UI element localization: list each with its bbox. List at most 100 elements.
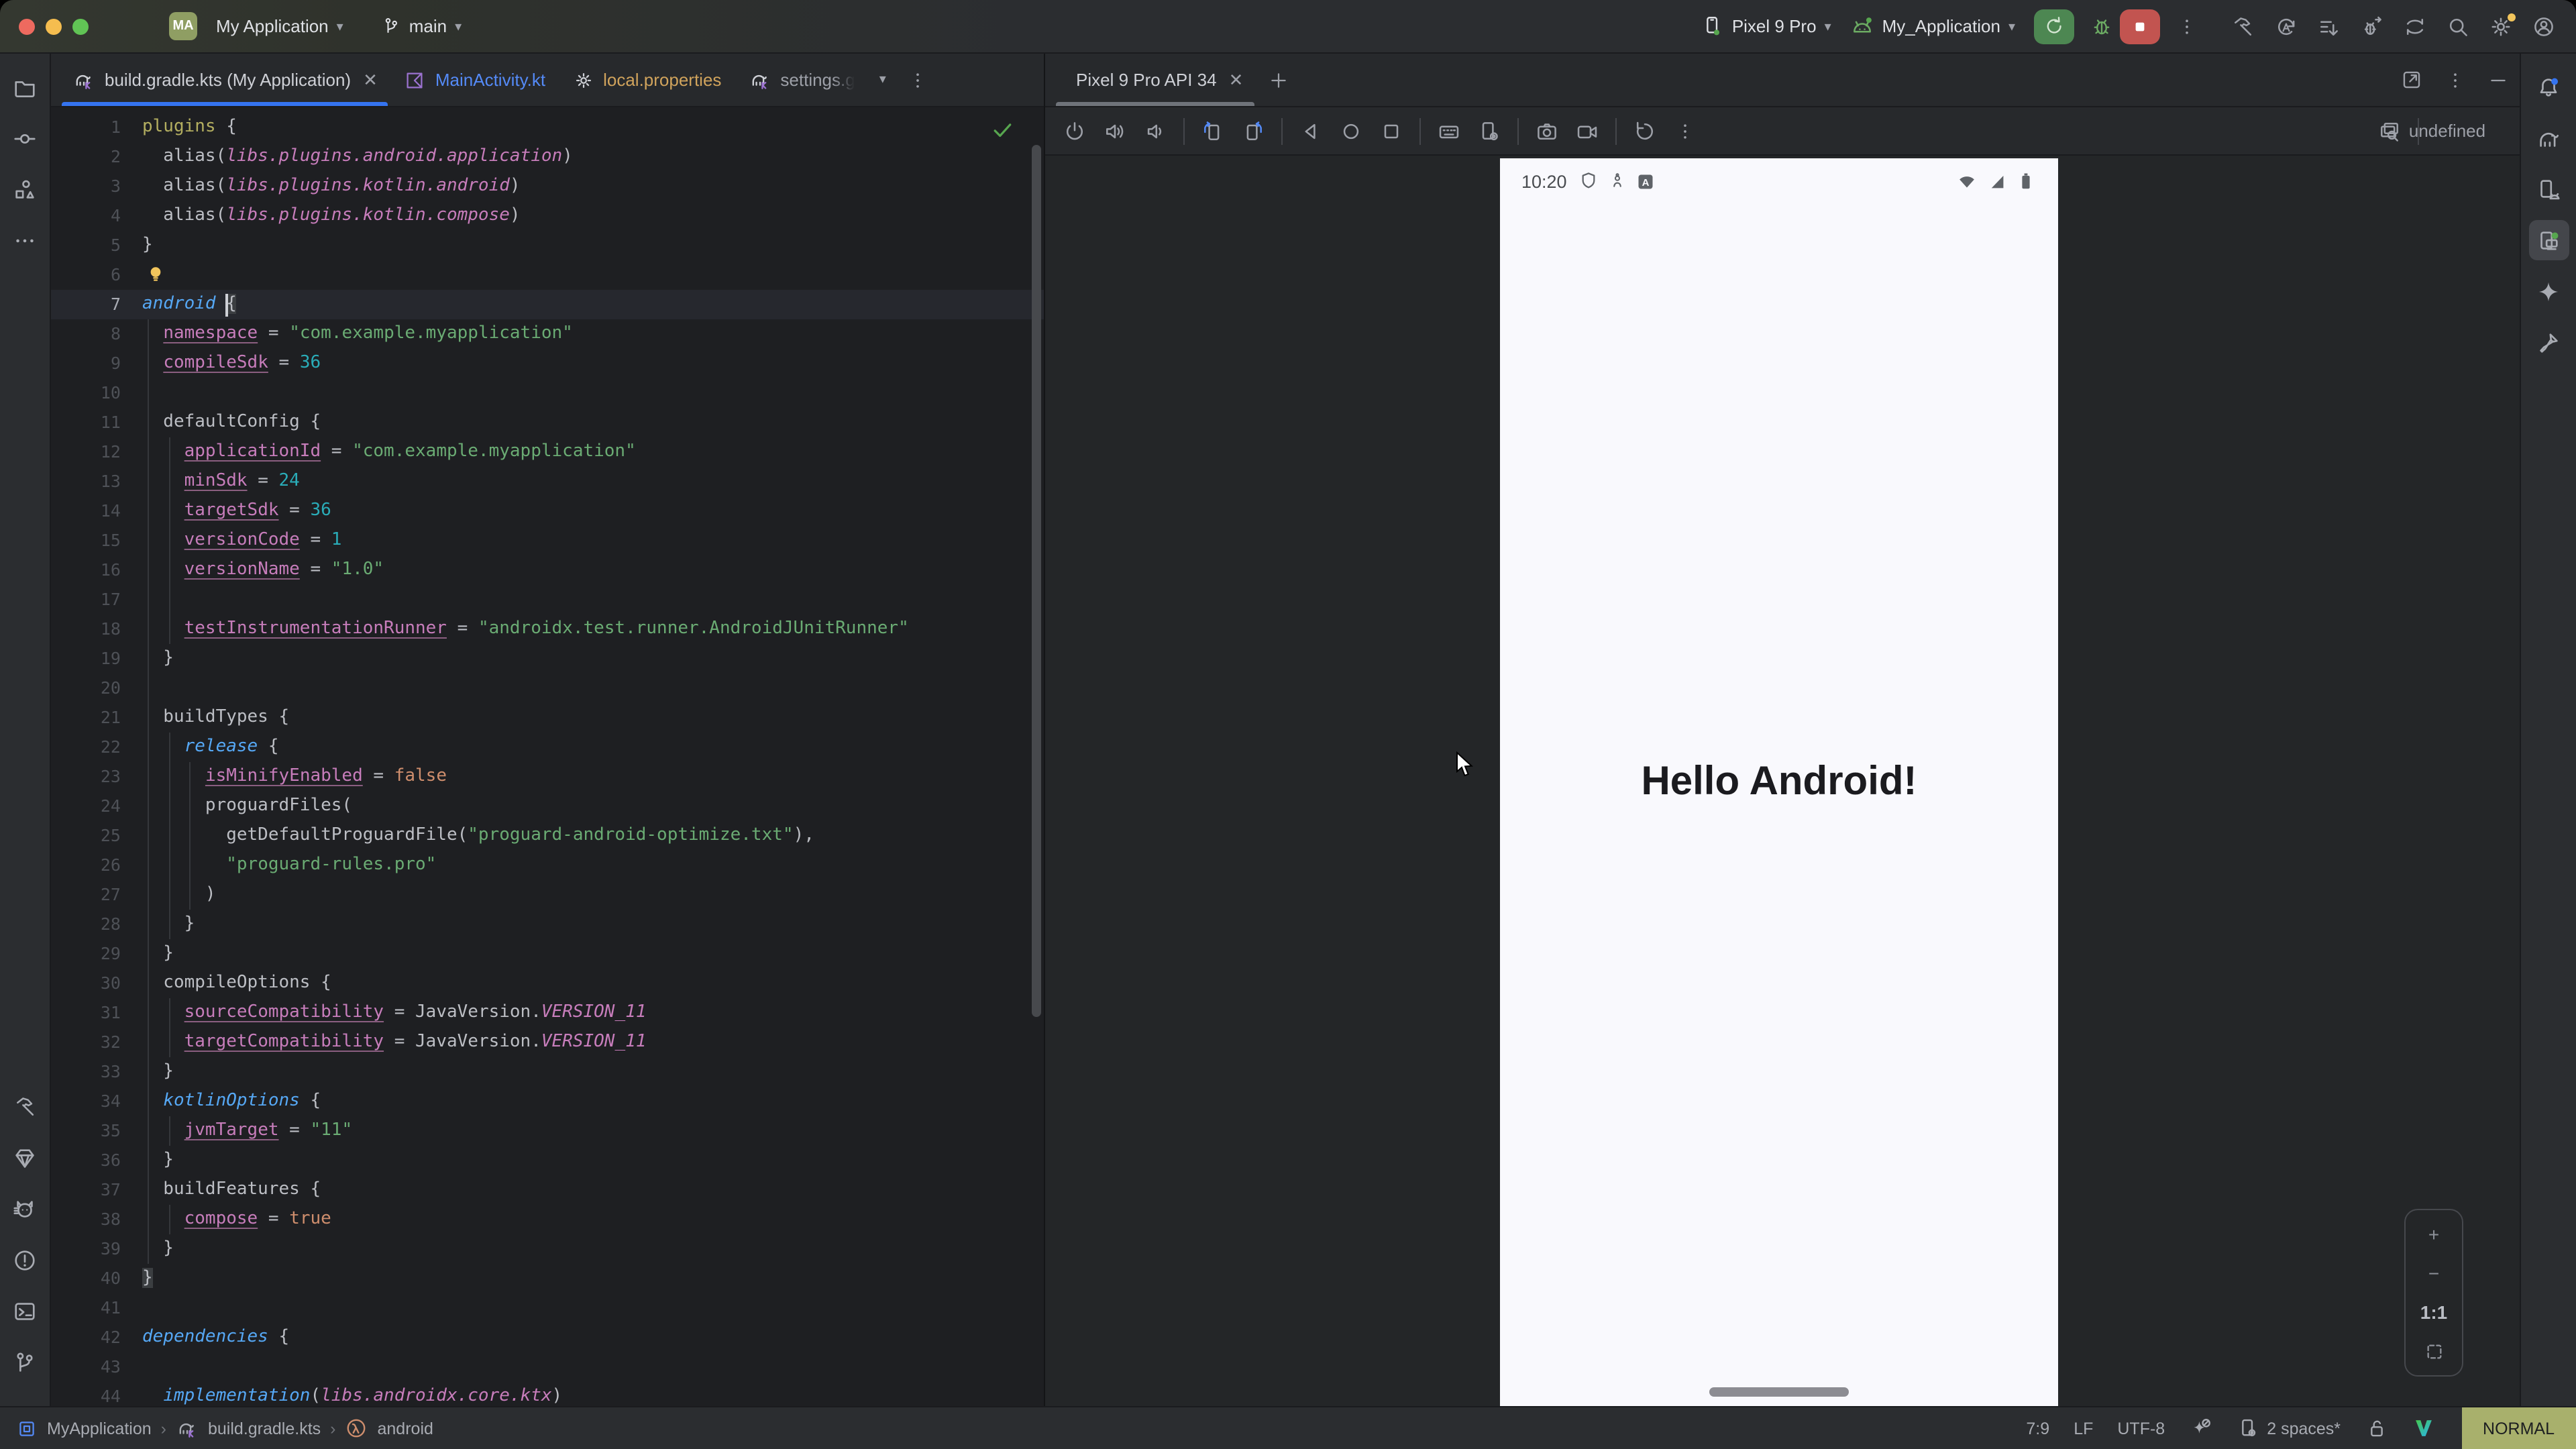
line-number[interactable]: 11 bbox=[51, 408, 121, 437]
code-line[interactable]: 43 bbox=[51, 1352, 1044, 1382]
line-number[interactable]: 29 bbox=[51, 939, 121, 969]
line-number[interactable]: 6 bbox=[51, 260, 121, 290]
zoom-in-button[interactable]: + bbox=[2428, 1221, 2439, 1248]
gemini-tool-button[interactable] bbox=[2528, 271, 2569, 311]
restart-activity-button[interactable] bbox=[2267, 9, 2305, 44]
code-line[interactable]: 12 applicationId = "com.example.myapplic… bbox=[51, 437, 1044, 467]
tab-overflow-button[interactable]: ▾ bbox=[869, 54, 897, 106]
code-line[interactable]: 27 ) bbox=[51, 880, 1044, 910]
code-line[interactable]: 39 } bbox=[51, 1234, 1044, 1264]
device-tab[interactable]: Pixel 9 Pro API 34 ✕ bbox=[1053, 54, 1256, 106]
editor-scrollbar[interactable] bbox=[1032, 145, 1041, 1017]
close-icon[interactable]: ✕ bbox=[1229, 69, 1244, 91]
line-number[interactable]: 33 bbox=[51, 1057, 121, 1087]
line-number[interactable]: 25 bbox=[51, 821, 121, 851]
code-line[interactable]: 17 bbox=[51, 585, 1044, 614]
code-line[interactable]: 32 targetCompatibility = JavaVersion.VER… bbox=[51, 1028, 1044, 1057]
code-line[interactable]: 24 proguardFiles( bbox=[51, 792, 1044, 821]
line-number[interactable]: 23 bbox=[51, 762, 121, 792]
branch-selector[interactable]: main ▾ bbox=[373, 11, 470, 42]
add-device-tab-button[interactable] bbox=[1256, 54, 1299, 106]
code-line[interactable]: 7android { bbox=[51, 290, 1044, 319]
rotate-right-button[interactable] bbox=[1234, 113, 1272, 148]
home-button[interactable] bbox=[1332, 113, 1370, 148]
line-number[interactable]: 37 bbox=[51, 1175, 121, 1205]
line-number[interactable]: 27 bbox=[51, 880, 121, 910]
code-line[interactable]: 15 versionCode = 1 bbox=[51, 526, 1044, 555]
minimize-panel-button[interactable] bbox=[2477, 54, 2520, 106]
line-number[interactable]: 28 bbox=[51, 910, 121, 939]
build-hammer-tool-button[interactable] bbox=[5, 1087, 45, 1127]
app-distribution-tool-button[interactable] bbox=[2528, 322, 2569, 362]
code-line[interactable]: 18 testInstrumentationRunner = "androidx… bbox=[51, 614, 1044, 644]
open-in-window-button[interactable] bbox=[2390, 54, 2434, 106]
breadcrumb-item[interactable]: build.gradle.kts› bbox=[176, 1417, 336, 1440]
line-number[interactable]: 30 bbox=[51, 969, 121, 998]
structure-tool-button[interactable] bbox=[5, 169, 45, 209]
run-more-button[interactable] bbox=[2168, 9, 2206, 44]
device-settings-button[interactable] bbox=[1470, 113, 1508, 148]
terminal-tool-button[interactable] bbox=[5, 1291, 45, 1331]
editor-tab[interactable]: build.gradle.kts (My Application)✕ bbox=[59, 54, 391, 106]
panel-options-button[interactable] bbox=[2434, 54, 2477, 106]
line-number[interactable]: 17 bbox=[51, 585, 121, 614]
code-line[interactable]: 44 implementation(libs.androidx.core.ktx… bbox=[51, 1382, 1044, 1406]
rotate-left-button[interactable] bbox=[1194, 113, 1232, 148]
account-button[interactable] bbox=[2525, 9, 2563, 44]
line-number[interactable]: 8 bbox=[51, 319, 121, 349]
code-line[interactable]: 22 release { bbox=[51, 733, 1044, 762]
line-number[interactable]: 36 bbox=[51, 1146, 121, 1175]
code-line[interactable]: 36 } bbox=[51, 1146, 1044, 1175]
line-number[interactable]: 10 bbox=[51, 378, 121, 408]
code-line[interactable]: 8 namespace = "com.example.myapplication… bbox=[51, 319, 1044, 349]
profiler-button[interactable] bbox=[2396, 9, 2434, 44]
zoom-actual-size-button[interactable]: 1:1 bbox=[2420, 1299, 2447, 1326]
close-icon[interactable]: ✕ bbox=[363, 69, 378, 91]
project-folder-tool-button[interactable] bbox=[5, 67, 45, 107]
editor-tab[interactable]: MainActivity.kt bbox=[391, 54, 559, 106]
code-line[interactable]: 38 compose = true bbox=[51, 1205, 1044, 1234]
code-line[interactable]: 6 bbox=[51, 260, 1044, 290]
line-number[interactable]: 38 bbox=[51, 1205, 121, 1234]
code-line[interactable]: 29 } bbox=[51, 939, 1044, 969]
volume-up-button[interactable] bbox=[1096, 113, 1134, 148]
attach-debugger-button[interactable] bbox=[2353, 9, 2391, 44]
file-encoding[interactable]: UTF-8 bbox=[2117, 1419, 2165, 1438]
code-line[interactable]: 19 } bbox=[51, 644, 1044, 674]
stop-button[interactable] bbox=[2120, 9, 2160, 44]
navigation-handle[interactable] bbox=[1709, 1387, 1849, 1397]
logcat-tool-button[interactable] bbox=[5, 1189, 45, 1229]
windows-search-button[interactable] bbox=[2371, 113, 2408, 148]
code-line[interactable]: 31 sourceCompatibility = JavaVersion.VER… bbox=[51, 998, 1044, 1028]
line-separator[interactable]: LF bbox=[2074, 1419, 2093, 1438]
device-manager-tool-button[interactable] bbox=[2528, 169, 2569, 209]
code-line[interactable]: 33 } bbox=[51, 1057, 1044, 1087]
overview-button[interactable] bbox=[1373, 113, 1410, 148]
code-line[interactable]: 5} bbox=[51, 231, 1044, 260]
apply-changes-button[interactable] bbox=[2310, 9, 2348, 44]
code-line[interactable]: 42dependencies { bbox=[51, 1323, 1044, 1352]
line-number[interactable]: 44 bbox=[51, 1382, 121, 1406]
code-line[interactable]: 40} bbox=[51, 1264, 1044, 1293]
back-button[interactable] bbox=[1292, 113, 1330, 148]
code-line[interactable]: 23 isMinifyEnabled = false bbox=[51, 762, 1044, 792]
line-number[interactable]: 24 bbox=[51, 792, 121, 821]
code-line[interactable]: 11 defaultConfig { bbox=[51, 408, 1044, 437]
line-number[interactable]: 26 bbox=[51, 851, 121, 880]
indent-widget[interactable]: 2 spaces* bbox=[2236, 1417, 2341, 1440]
screen-record-button[interactable] bbox=[1568, 113, 1606, 148]
code-line[interactable]: 2 alias(libs.plugins.android.application… bbox=[51, 142, 1044, 172]
code-line[interactable]: 34 kotlinOptions { bbox=[51, 1087, 1044, 1116]
lock-open-icon[interactable] bbox=[2365, 1417, 2387, 1440]
code-editor[interactable]: 1plugins {2 alias(libs.plugins.android.a… bbox=[51, 107, 1044, 1406]
line-number[interactable]: 39 bbox=[51, 1234, 121, 1264]
version-control-tool-button[interactable] bbox=[5, 1342, 45, 1382]
more-tool-button[interactable] bbox=[5, 220, 45, 260]
code-line[interactable]: 26 "proguard-rules.pro" bbox=[51, 851, 1044, 880]
tab-options-button[interactable] bbox=[897, 54, 940, 106]
gradle-tool-button[interactable] bbox=[2528, 118, 2569, 158]
line-number[interactable]: 4 bbox=[51, 201, 121, 231]
power-button[interactable] bbox=[1056, 113, 1093, 148]
line-number[interactable]: 5 bbox=[51, 231, 121, 260]
debug-button[interactable] bbox=[2082, 9, 2120, 44]
